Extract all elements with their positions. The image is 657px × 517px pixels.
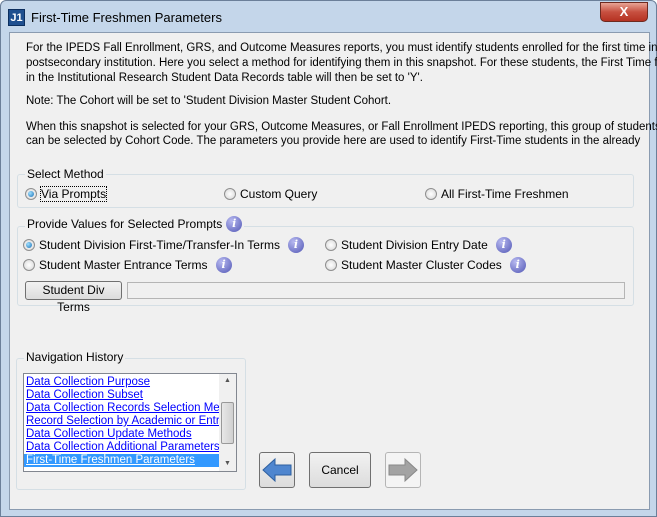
radio-button[interactable] — [224, 188, 236, 200]
radio-all-first-time[interactable]: All First-Time Freshmen — [425, 187, 569, 201]
app-logo: J1 — [8, 9, 25, 26]
next-button[interactable] — [385, 452, 421, 488]
radio-button[interactable] — [23, 239, 35, 251]
intro-line: can be selected by Cohort Code. The para… — [26, 135, 641, 147]
radio-via-prompts[interactable]: Via Prompts — [25, 186, 108, 202]
radio-custom-query[interactable]: Custom Query — [224, 187, 317, 201]
title-bar[interactable]: J1 First-Time Freshmen Parameters X — [1, 1, 656, 31]
radio-button[interactable] — [425, 188, 437, 200]
radio-label: All First-Time Freshmen — [441, 187, 569, 201]
intro-line: When this snapshot is selected for your … — [26, 121, 657, 133]
radio-div-terms[interactable]: Student Division First-Time/Transfer-In … — [23, 237, 304, 253]
cancel-button[interactable]: Cancel — [309, 452, 371, 488]
radio-label: Student Master Cluster Codes — [341, 258, 502, 272]
close-button[interactable]: X — [600, 2, 648, 22]
scrollbar[interactable]: ▲ ▼ — [219, 374, 236, 471]
info-icon[interactable]: i — [287, 237, 304, 253]
radio-label: Student Division Entry Date — [341, 238, 488, 252]
window-title: First-Time Freshmen Parameters — [31, 10, 222, 25]
scroll-thumb[interactable] — [221, 402, 234, 444]
intro-line: For the IPEDS Fall Enrollment, GRS, and … — [26, 42, 657, 54]
info-icon[interactable]: i — [495, 237, 512, 253]
nav-history-item-selected[interactable]: First-Time Freshmen Parameters — [24, 454, 219, 467]
radio-entrance-terms[interactable]: Student Master Entrance Terms i — [23, 257, 232, 273]
student-div-terms-button[interactable]: Student Div Terms — [25, 281, 122, 314]
radio-button[interactable] — [23, 259, 35, 271]
nav-history-item[interactable]: Data Collection Records Selection Method… — [24, 402, 219, 415]
info-icon[interactable]: i — [509, 257, 526, 273]
back-button[interactable] — [259, 452, 295, 488]
radio-entry-date[interactable]: Student Division Entry Date i — [325, 237, 512, 253]
radio-label: Student Master Entrance Terms — [39, 258, 208, 272]
nav-history-item[interactable]: Data Collection Subset — [24, 389, 219, 402]
info-icon[interactable]: i — [215, 257, 232, 273]
nav-history-list[interactable]: Data Collection Purpose Data Collection … — [23, 373, 237, 472]
radio-label: Custom Query — [240, 187, 318, 201]
radio-button[interactable] — [25, 188, 37, 200]
prompts-label: Provide Values for Selected Prompts i — [25, 216, 245, 232]
info-icon[interactable]: i — [226, 216, 243, 232]
arrow-left-icon — [262, 457, 292, 483]
terms-value-field[interactable] — [127, 282, 625, 299]
intro-line: postsecondary institution. Here you sele… — [26, 57, 657, 69]
nav-history-item[interactable]: Data Collection Additional Parameters — [24, 441, 219, 454]
prompts-label-text: Provide Values for Selected Prompts — [27, 217, 223, 231]
scroll-up-icon[interactable]: ▲ — [219, 374, 236, 388]
radio-button[interactable] — [325, 239, 337, 251]
nav-history-label: Navigation History — [24, 350, 126, 364]
arrow-right-icon — [388, 457, 418, 483]
select-method-label: Select Method — [25, 167, 106, 181]
scroll-down-icon[interactable]: ▼ — [219, 457, 236, 471]
nav-history-item[interactable]: Data Collection Purpose — [24, 376, 219, 389]
note-text: Note: The Cohort will be set to 'Student… — [26, 95, 392, 107]
nav-history-item[interactable]: Data Collection Update Methods — [24, 428, 219, 441]
intro-line: in the Institutional Research Student Da… — [26, 72, 423, 84]
radio-button[interactable] — [325, 259, 337, 271]
radio-cluster-codes[interactable]: Student Master Cluster Codes i — [325, 257, 526, 273]
radio-label: Via Prompts — [39, 186, 108, 202]
radio-label: Student Division First-Time/Transfer-In … — [39, 238, 280, 252]
nav-history-item[interactable]: Record Selection by Academic or Entrance — [24, 415, 219, 428]
